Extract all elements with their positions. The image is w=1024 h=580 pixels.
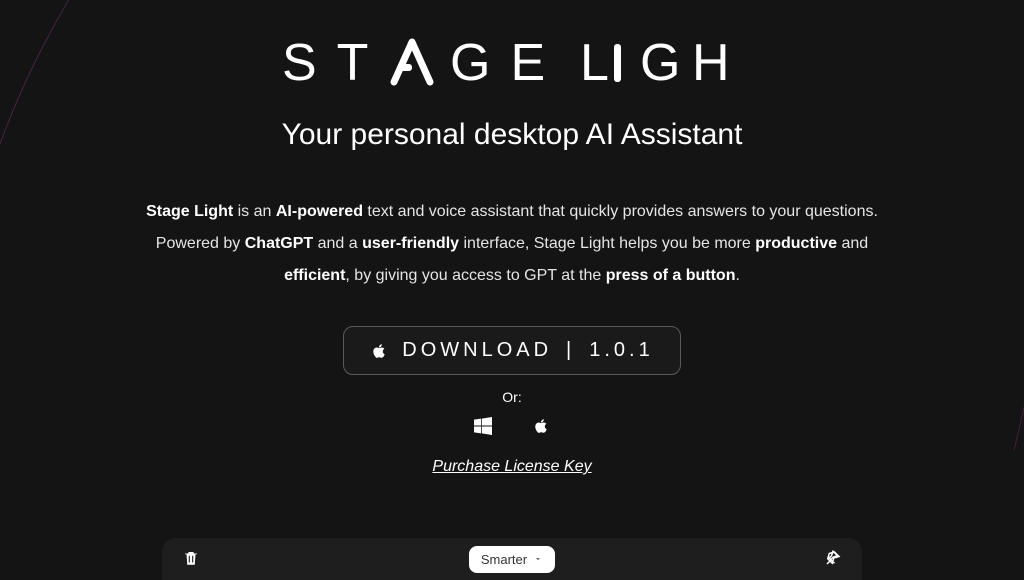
- logo-text: ST GE L G HT: [282, 35, 742, 106]
- dropdown-label: Smarter: [481, 552, 527, 567]
- svg-text:ST: ST: [282, 36, 388, 91]
- svg-text:L: L: [580, 36, 629, 91]
- download-button[interactable]: DOWNLOAD | 1.0.1: [343, 326, 680, 375]
- pin-button[interactable]: [824, 549, 842, 570]
- trash-button[interactable]: [182, 549, 200, 570]
- apple-icon: [370, 342, 388, 360]
- apple-icon: [532, 417, 550, 435]
- chevron-down-icon: [533, 554, 543, 564]
- apple-download-button[interactable]: [532, 417, 550, 438]
- windows-download-button[interactable]: [474, 417, 492, 438]
- windows-icon: [474, 417, 492, 435]
- purchase-license-link[interactable]: Purchase License Key: [432, 458, 591, 476]
- svg-text:HT: HT: [692, 36, 742, 91]
- or-label: Or:: [502, 389, 521, 405]
- pin-icon: [824, 549, 842, 567]
- mode-dropdown[interactable]: Smarter: [469, 546, 555, 573]
- subtitle: Your personal desktop AI Assistant: [282, 118, 743, 152]
- download-separator: |: [566, 339, 575, 362]
- app-preview-bar: Smarter: [162, 538, 862, 580]
- trash-icon: [182, 549, 200, 567]
- download-label: DOWNLOAD: [402, 339, 552, 362]
- description-text: Stage Light is an AI-powered text and vo…: [146, 196, 878, 292]
- svg-text:GE: GE: [450, 36, 565, 91]
- download-version: 1.0.1: [589, 339, 653, 362]
